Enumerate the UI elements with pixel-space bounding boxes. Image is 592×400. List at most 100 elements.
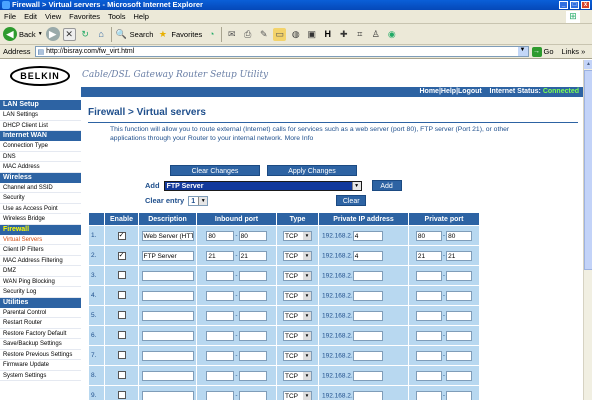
sidebar-item-restore-previous[interactable]: Restore Previous Settings [0, 350, 81, 360]
sidebar-item-factory-default[interactable]: Restore Factory Default [0, 329, 81, 339]
enable-checkbox[interactable] [117, 330, 126, 339]
clear-button[interactable]: Clear [336, 195, 367, 206]
menu-edit[interactable]: Edit [24, 12, 37, 21]
private-ip-input[interactable] [352, 310, 383, 321]
minimize-button[interactable]: _ [559, 1, 568, 9]
sidebar-item-lan-settings[interactable]: LAN Settings [0, 110, 81, 121]
inbound-port-end-input[interactable] [238, 290, 267, 301]
sidebar-item-connection-type[interactable]: Connection Type [0, 141, 81, 152]
private-port-end-input[interactable] [446, 330, 473, 341]
protocol-select[interactable]: TCP ▼ [283, 270, 312, 281]
private-port-start-input[interactable] [415, 330, 442, 341]
tool-icon[interactable]: ✚ [337, 28, 350, 41]
sidebar-item-mac-address[interactable]: MAC Address [0, 162, 81, 173]
description-input[interactable]: FTP Server [141, 250, 194, 261]
inbound-port-start-input[interactable] [206, 350, 235, 361]
protocol-select[interactable]: TCP ▼ [283, 290, 312, 301]
inbound-port-end-input[interactable] [238, 310, 267, 321]
stop-icon[interactable]: ✕ [62, 27, 76, 41]
inbound-port-start-input[interactable] [206, 370, 235, 381]
private-port-end-input[interactable] [446, 310, 473, 321]
description-input[interactable] [141, 310, 194, 321]
top-nav-links[interactable]: Home|Help|Logout [420, 88, 482, 95]
enable-checkbox[interactable] [117, 370, 126, 379]
sidebar-item-system-settings[interactable]: System Settings [0, 371, 81, 381]
menu-favorites[interactable]: Favorites [69, 12, 100, 21]
private-port-start-input[interactable]: 21 [415, 250, 442, 261]
private-port-start-input[interactable] [415, 370, 442, 381]
menu-file[interactable]: File [4, 12, 16, 21]
description-input[interactable] [141, 270, 194, 281]
private-port-start-input[interactable] [415, 310, 442, 321]
add-service-select[interactable]: FTP Server ▼ [163, 180, 362, 191]
private-port-end-input[interactable]: 21 [446, 250, 473, 261]
media-icon[interactable]: ▣ [305, 28, 318, 41]
protocol-select[interactable]: TCP ▼ [283, 370, 312, 381]
inbound-port-end-input[interactable]: 80 [238, 230, 267, 241]
protocol-select[interactable]: TCP ▼ [283, 310, 312, 321]
sidebar-item-dhcp-client-list[interactable]: DHCP Client List [0, 121, 81, 131]
protocol-select[interactable]: TCP ▼ [283, 230, 312, 241]
messenger-icon[interactable]: ◍ [289, 28, 302, 41]
private-port-start-input[interactable] [415, 350, 442, 361]
protocol-select[interactable]: TCP ▼ [283, 390, 312, 400]
scroll-up-icon[interactable]: ▲ [584, 60, 592, 69]
inbound-port-start-input[interactable]: 21 [206, 250, 235, 261]
enable-checkbox[interactable] [117, 310, 126, 319]
private-port-end-input[interactable] [446, 270, 473, 281]
private-ip-input[interactable]: 4 [352, 250, 383, 261]
home-icon[interactable]: ⌂ [95, 28, 108, 41]
h-icon[interactable]: H [321, 28, 334, 41]
inbound-port-start-input[interactable] [206, 310, 235, 321]
sidebar-item-parental-control[interactable]: Parental Control [0, 308, 81, 318]
inbound-port-end-input[interactable] [238, 350, 267, 361]
maximize-button[interactable]: □ [570, 1, 579, 9]
address-input[interactable]: ▤ http://bisray.com/fw_virt.html ▼ [34, 46, 529, 57]
private-ip-input[interactable] [352, 350, 383, 361]
private-ip-input[interactable] [352, 330, 383, 341]
edit-icon[interactable]: ✎ [257, 28, 270, 41]
private-ip-input[interactable] [352, 270, 383, 281]
protocol-select[interactable]: TCP ▼ [283, 250, 312, 261]
clip-icon[interactable]: ⌗ [353, 28, 366, 41]
private-port-end-input[interactable] [446, 350, 473, 361]
more-info-link[interactable]: More Info [285, 135, 314, 142]
menu-help[interactable]: Help [134, 12, 149, 21]
enable-checkbox[interactable]: ✓ [117, 251, 126, 260]
private-ip-input[interactable]: 4 [352, 230, 383, 241]
inbound-port-end-input[interactable] [238, 270, 267, 281]
links-button[interactable]: Links » [562, 47, 586, 56]
enable-checkbox[interactable] [117, 350, 126, 359]
back-dropdown-icon[interactable]: ▼ [38, 31, 43, 37]
description-input[interactable] [141, 290, 194, 301]
sidebar-item-virtual-servers[interactable]: Virtual Servers [0, 235, 81, 245]
history-icon[interactable]: ◔ [205, 28, 218, 41]
sidebar-item-mac-filtering[interactable]: MAC Address Filtering [0, 256, 81, 266]
private-port-end-input[interactable] [446, 290, 473, 301]
description-input[interactable] [141, 390, 194, 400]
menu-view[interactable]: View [45, 12, 61, 21]
enable-checkbox[interactable] [117, 390, 126, 399]
inbound-port-end-input[interactable] [238, 370, 267, 381]
inbound-port-start-input[interactable] [206, 330, 235, 341]
favorites-button[interactable]: ★ Favorites [156, 28, 202, 41]
forward-arrow-icon[interactable]: ▶ [45, 27, 60, 41]
inbound-port-end-input[interactable] [238, 390, 267, 400]
inbound-port-start-input[interactable] [206, 390, 235, 400]
enable-checkbox[interactable]: ✓ [117, 231, 126, 240]
inbound-port-end-input[interactable] [238, 330, 267, 341]
private-port-end-input[interactable]: 80 [446, 230, 473, 241]
private-port-start-input[interactable] [415, 290, 442, 301]
globe-icon[interactable]: ◉ [385, 28, 398, 41]
enable-checkbox[interactable] [117, 270, 126, 279]
private-ip-input[interactable] [352, 290, 383, 301]
search-button[interactable]: 🔍 Search [115, 28, 154, 41]
description-input[interactable] [141, 330, 194, 341]
protocol-select[interactable]: TCP ▼ [283, 330, 312, 341]
private-port-end-input[interactable] [446, 390, 473, 400]
close-button[interactable]: x [581, 1, 590, 9]
description-input[interactable] [141, 350, 194, 361]
private-port-start-input[interactable] [415, 270, 442, 281]
apply-changes-button[interactable]: Apply Changes [267, 165, 357, 176]
private-port-start-input[interactable]: 80 [415, 230, 442, 241]
